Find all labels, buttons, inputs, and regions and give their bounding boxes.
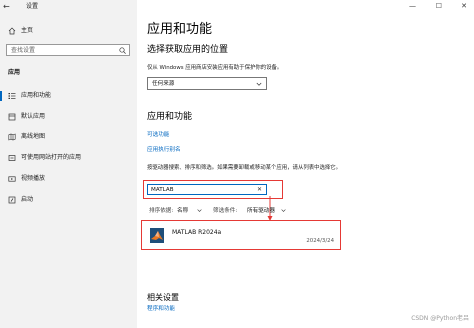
sidebar-item-label: 默认应用 xyxy=(21,113,46,120)
chevron-down-icon xyxy=(281,208,286,213)
sidebar-item-apps-for-websites[interactable]: 可使用网站打开的应用 xyxy=(0,151,137,165)
settings-search-input[interactable]: 查找设置 xyxy=(6,44,130,56)
sidebar-item-apps-features[interactable]: 应用和功能 xyxy=(0,89,137,103)
filter-label: 筛选条件: xyxy=(213,208,238,214)
matlab-logo-icon xyxy=(150,228,164,243)
sidebar-item-video-playback[interactable]: 视频播放 xyxy=(0,172,137,186)
chevron-down-icon xyxy=(256,81,262,87)
sidebar-item-label: 视频播放 xyxy=(21,175,46,182)
app-name: MATLAB R2024a xyxy=(172,229,222,236)
app-search-value: MATLAB xyxy=(151,187,174,193)
choose-location-heading: 选择获取应用的位置 xyxy=(147,45,229,55)
minimize-icon[interactable]: — xyxy=(409,2,416,11)
related-settings-heading: 相关设置 xyxy=(147,293,179,302)
settings-search-placeholder: 查找设置 xyxy=(11,47,36,54)
sidebar-section-label: 应用 xyxy=(8,69,21,76)
choose-location-description: 仅从 Windows 应用商店安装应用有助于保护你的设备。 xyxy=(147,65,283,71)
sidebar-item-label: 应用和功能 xyxy=(21,92,52,99)
map-icon xyxy=(8,133,16,141)
video-icon xyxy=(8,175,16,183)
window-controls: — ☐ ✕ xyxy=(394,0,474,14)
sidebar-item-label: 可使用网站打开的应用 xyxy=(21,154,82,161)
page-title: 应用和功能 xyxy=(147,22,213,37)
app-source-dropdown[interactable]: 任何来源 xyxy=(147,77,267,90)
apps-features-heading: 应用和功能 xyxy=(147,112,193,122)
app-source-value: 任何来源 xyxy=(152,81,175,87)
sidebar-item-startup[interactable]: 启动 xyxy=(0,193,137,207)
app-install-date: 2024/3/24 xyxy=(306,238,334,244)
watermark: CSDN @Python老吕 xyxy=(411,315,469,322)
sidebar-item-home[interactable]: 主页 xyxy=(0,24,137,38)
maximize-icon[interactable]: ☐ xyxy=(436,2,442,11)
app-list-item[interactable]: MATLAB R2024a 2024/3/24 xyxy=(141,220,341,250)
optional-features-link[interactable]: 可选功能 xyxy=(147,131,169,139)
window-title: 设置 xyxy=(26,3,39,10)
sort-filter-row: 排序依据: 名称 筛选条件: 所有驱动器 xyxy=(147,207,447,216)
default-apps-icon xyxy=(8,113,16,121)
sort-label: 排序依据: xyxy=(149,208,174,214)
search-icon[interactable] xyxy=(119,47,126,54)
settings-window: ← 设置 主页 查找设置 应用 应用和功能 默认应用 离线地图 可使用网站打开的… xyxy=(0,0,474,328)
close-icon[interactable]: ✕ xyxy=(461,2,467,11)
back-arrow-icon[interactable]: ← xyxy=(3,3,11,11)
sidebar: ← 设置 主页 查找设置 应用 应用和功能 默认应用 离线地图 可使用网站打开的… xyxy=(0,0,137,328)
sidebar-home-label: 主页 xyxy=(21,27,34,34)
main-panel: — ☐ ✕ 应用和功能 选择获取应用的位置 仅从 Windows 应用商店安装应… xyxy=(137,0,474,328)
programs-features-link[interactable]: 程序和功能 xyxy=(147,305,175,313)
sidebar-item-default-apps[interactable]: 默认应用 xyxy=(0,110,137,124)
filter-dropdown[interactable]: 所有驱动器 xyxy=(247,207,275,215)
chevron-down-icon xyxy=(197,208,202,213)
apps-list-icon xyxy=(8,92,16,100)
open-with-icon xyxy=(8,154,16,162)
app-search-input[interactable]: MATLAB ✕ xyxy=(147,184,267,195)
search-filter-description: 按驱动器搜索、排序和筛选。如果需要卸载或移动某个应用，请从列表中选择它。 xyxy=(147,165,342,171)
app-execution-alias-link[interactable]: 应用执行别名 xyxy=(147,146,181,154)
startup-icon xyxy=(8,196,16,204)
home-icon xyxy=(8,27,16,35)
title-bar-left: ← 设置 xyxy=(0,0,137,14)
sidebar-item-offline-maps[interactable]: 离线地图 xyxy=(0,130,137,144)
active-indicator xyxy=(0,91,2,101)
clear-search-icon[interactable]: ✕ xyxy=(257,186,262,194)
sidebar-item-label: 离线地图 xyxy=(21,133,46,140)
sort-dropdown[interactable]: 名称 xyxy=(177,207,188,215)
sidebar-item-label: 启动 xyxy=(21,196,34,203)
